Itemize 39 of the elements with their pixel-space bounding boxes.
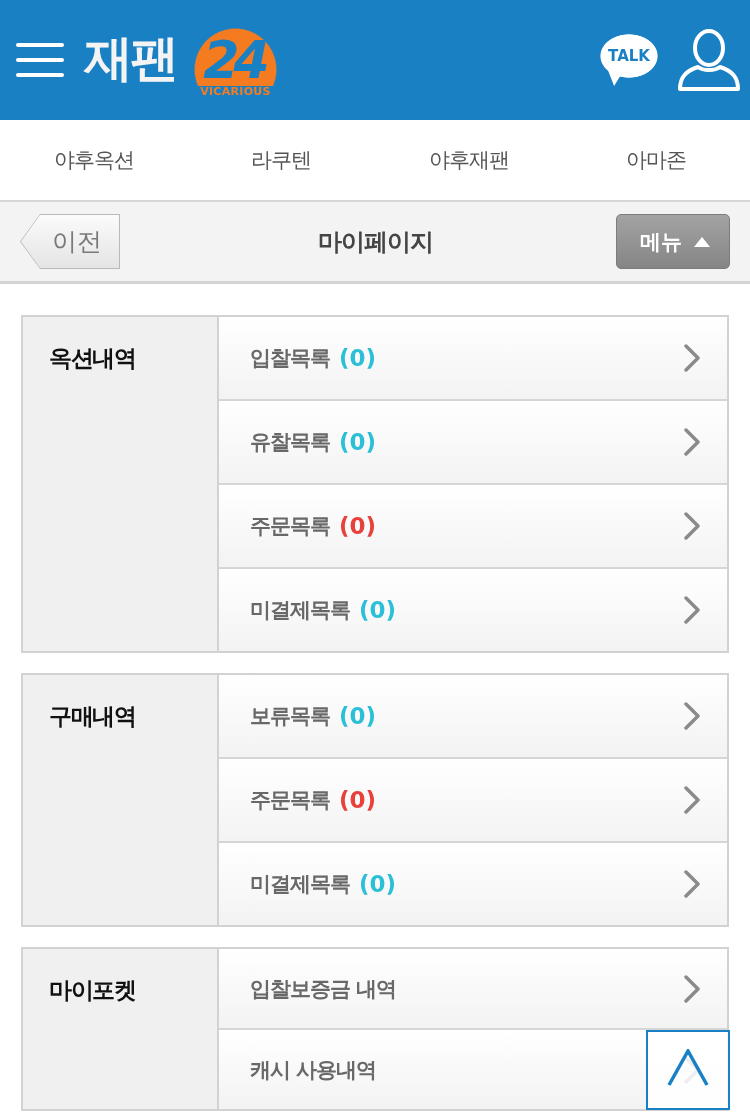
nav-tab[interactable]: 라쿠텐	[251, 146, 312, 174]
chevron-right-icon	[684, 702, 700, 730]
section-title: 옥션내역	[49, 345, 135, 371]
chevron-right-icon	[684, 786, 700, 814]
chevron-right-icon	[684, 512, 700, 540]
list-row[interactable]: 미결제목록 (0)	[219, 841, 727, 925]
menu-button[interactable]: 메뉴	[616, 214, 730, 269]
chevron-right-icon	[684, 344, 700, 372]
talk-button[interactable]: TALK	[600, 34, 658, 86]
scroll-top-button[interactable]	[646, 1030, 730, 1110]
chevron-right-icon	[684, 974, 700, 1003]
logo-text: 재팬	[84, 33, 176, 83]
caret-up-icon	[694, 236, 710, 247]
list-row[interactable]: 주문목록 (0)	[219, 483, 727, 567]
nav-tab[interactable]: 야후재팬	[428, 146, 509, 174]
list-row[interactable]: 유찰목록 (0)	[219, 399, 727, 483]
section-title: 마이포켓	[49, 977, 135, 1003]
item-count: (0)	[339, 703, 377, 729]
section-title: 구매내역	[49, 703, 135, 729]
nav-tab[interactable]: 아마존	[626, 146, 687, 174]
item-count: (0)	[339, 787, 377, 813]
user-icon[interactable]	[678, 29, 740, 91]
logo-badge: 24	[194, 28, 277, 86]
page-title: 마이페이지	[317, 226, 433, 258]
nav-tab[interactable]: 야후옥션	[53, 146, 134, 174]
menu-icon[interactable]	[16, 43, 64, 77]
item-count: (0)	[359, 597, 397, 623]
chevron-right-icon	[684, 596, 700, 624]
list-row[interactable]: 미결제목록 (0)	[219, 567, 727, 651]
item-count: (0)	[339, 513, 377, 539]
back-button[interactable]: 이전	[20, 214, 120, 269]
chevron-right-icon	[684, 428, 700, 456]
chevron-right-icon	[684, 870, 700, 898]
caret-up-icon	[667, 1048, 709, 1086]
item-count: (0)	[339, 345, 377, 371]
list-row[interactable]: 주문목록 (0)	[219, 757, 727, 841]
item-count: (0)	[339, 429, 377, 455]
logo-tagline: VICARIOUS	[200, 86, 271, 98]
item-count: (0)	[359, 871, 397, 897]
